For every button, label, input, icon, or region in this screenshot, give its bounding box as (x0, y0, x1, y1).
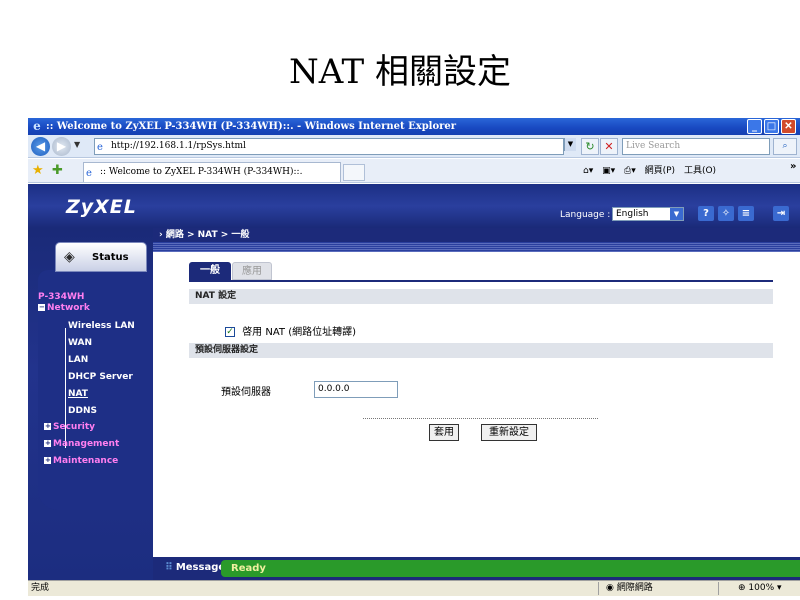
home-icon[interactable]: ⌂▾ (583, 166, 593, 176)
address-dropdown-icon[interactable]: ▼ (564, 138, 576, 151)
message-bar: ⠿ Message Ready (153, 557, 800, 580)
zoom-control[interactable]: ⊕ 100% ▾ (738, 581, 782, 596)
maximize-icon[interactable]: □ (764, 119, 779, 134)
favorites-star-icon[interactable]: ★ (32, 163, 44, 178)
language-value: English (616, 209, 649, 219)
nav-item-wan[interactable]: WAN (68, 338, 92, 348)
history-dropdown-icon[interactable]: ▼ (74, 140, 80, 149)
tab-underline (189, 280, 773, 282)
address-bar[interactable]: e http://192.168.1.1/rpSys.html (94, 138, 564, 155)
message-label: ⠿ Message (165, 562, 226, 573)
search-input[interactable]: Live Search (622, 138, 770, 155)
status-label: Status (92, 252, 129, 263)
section-default-server: 預設伺服器設定 (189, 343, 773, 358)
default-server-value: 0.0.0.0 (318, 384, 350, 394)
default-server-input[interactable]: 0.0.0.0 (314, 381, 398, 398)
forward-button[interactable]: ▶ (52, 137, 71, 156)
section-nat: NAT 設定 (189, 289, 773, 304)
window-title-bar: e :: Welcome to ZyXEL P-334WH (P-334WH):… (28, 118, 800, 135)
nav-network[interactable]: − Network (38, 303, 90, 313)
nav-item-ddns[interactable]: DDNS (68, 406, 97, 416)
search-icon[interactable]: ⌕ (773, 138, 797, 155)
page-icon: e (97, 142, 103, 153)
status-separator (598, 582, 599, 595)
nav-device[interactable]: P-334WH (38, 292, 84, 302)
tab-toolbar: ★ ✚ e :: Welcome to ZyXEL P-334WH (P-334… (28, 159, 800, 183)
content-panel: 一般 應用 NAT 設定 ✓ 啓用 NAT (網路位址轉譯) 預設伺服器設定 預… (153, 252, 800, 557)
sidebar: ◈ Status P-334WH − Network Wireless LAN W… (28, 228, 153, 580)
message-value: Ready (221, 560, 800, 577)
address-toolbar: ◀ ▶ ▼ e http://192.168.1.1/rpSys.html ▼ … (28, 135, 800, 158)
status-bar: 完成 ◉ 網際網路 ⊕ 100% ▾ (28, 580, 800, 596)
zyxel-logo: ZyXEL (66, 196, 137, 218)
default-server-label: 預設伺服器 (221, 387, 271, 398)
close-icon[interactable]: ✕ (781, 119, 796, 134)
minus-box-icon: − (38, 303, 45, 311)
nav-item-lan[interactable]: LAN (68, 355, 88, 365)
help-icon[interactable]: ? (698, 206, 714, 221)
plus-box-icon: + (44, 456, 51, 464)
search-placeholder: Live Search (626, 141, 681, 151)
about-icon[interactable]: ≡ (738, 206, 754, 221)
plus-box-icon: + (44, 439, 51, 447)
breadcrumb: › 網路 > NAT > 一般 (153, 228, 800, 242)
chevron-more-icon[interactable]: » (790, 161, 796, 172)
status-router-icon: ◈ (64, 249, 75, 265)
stop-button[interactable]: ✕ (600, 138, 618, 155)
refresh-button[interactable]: ↻ (581, 138, 599, 155)
status-zone: ◉ 網際網路 (606, 583, 653, 593)
slide-title: NAT 相關設定 (289, 52, 511, 92)
header-stripes (153, 242, 800, 252)
command-bar: ⌂▾ ▣▾ ⎙▾ 網頁(P) 工具(O) (583, 163, 722, 176)
window-title: :: Welcome to ZyXEL P-334WH (P-334WH)::.… (46, 121, 457, 132)
tab-application[interactable]: 應用 (232, 262, 272, 280)
feeds-icon[interactable]: ▣▾ (602, 166, 615, 176)
minimize-icon[interactable]: _ (747, 119, 762, 134)
nav-security[interactable]: + Security (44, 422, 95, 432)
nav-maintenance[interactable]: + Maintenance (44, 456, 118, 466)
nav-item-wireless-lan[interactable]: Wireless LAN (68, 321, 135, 331)
nav-item-nat[interactable]: NAT (68, 389, 88, 399)
status-done: 完成 (31, 583, 50, 593)
print-icon[interactable]: ⎙▾ (624, 166, 636, 176)
wizard-icon[interactable]: ✧ (718, 206, 734, 221)
enable-nat-label: 啓用 NAT (網路位址轉譯) (242, 327, 357, 338)
reset-button[interactable]: 重新設定 (481, 424, 537, 441)
router-header: ZyXEL Language : English ▼ ? ✧ ≡ ⇥ (28, 184, 800, 228)
divider (363, 418, 598, 419)
browser-window: e :: Welcome to ZyXEL P-334WH (P-334WH):… (28, 118, 800, 596)
enable-nat-row: ✓ 啓用 NAT (網路位址轉譯) (225, 323, 356, 338)
tab-general[interactable]: 一般 (189, 262, 231, 280)
back-button[interactable]: ◀ (31, 137, 50, 156)
browser-tab[interactable]: e :: Welcome to ZyXEL P-334WH (P-334WH):… (83, 162, 341, 182)
add-favorite-icon[interactable]: ✚ (52, 163, 63, 178)
logout-icon[interactable]: ⇥ (773, 206, 789, 221)
tab-page-icon: e (86, 168, 92, 179)
ie-logo-icon: e (33, 119, 41, 133)
language-label: Language : (560, 210, 611, 220)
apply-button[interactable]: 套用 (429, 424, 459, 441)
status-button[interactable]: ◈ Status (55, 242, 147, 272)
language-select[interactable]: English ▼ (612, 207, 684, 221)
tools-menu[interactable]: 工具(O) (684, 166, 716, 176)
nav-management[interactable]: + Management (44, 439, 119, 449)
chevron-down-icon: ▼ (670, 208, 683, 220)
enable-nat-checkbox[interactable]: ✓ (225, 327, 235, 337)
page-menu[interactable]: 網頁(P) (645, 166, 675, 176)
new-tab-button[interactable] (343, 164, 365, 181)
plus-box-icon: + (44, 422, 51, 430)
nav-item-dhcp-server[interactable]: DHCP Server (68, 372, 133, 382)
address-text: http://192.168.1.1/rpSys.html (111, 141, 246, 151)
status-separator (718, 582, 719, 595)
router-page: ZyXEL Language : English ▼ ? ✧ ≡ ⇥ › 網路 … (28, 184, 800, 580)
tab-title: :: Welcome to ZyXEL P-334WH (P-334WH)::. (100, 167, 303, 177)
